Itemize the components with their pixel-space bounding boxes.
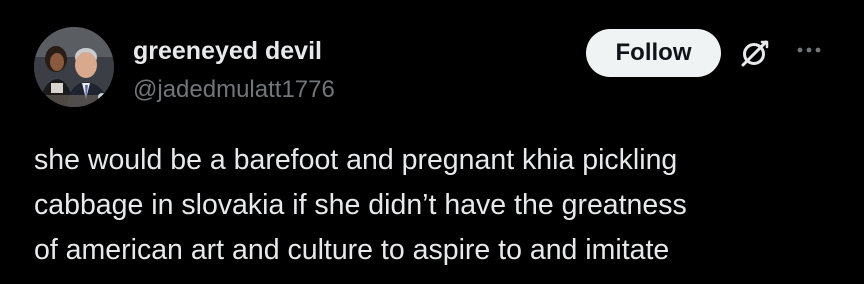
tweet-text-line: she would be a barefoot and pregnant khi… bbox=[34, 144, 678, 176]
author-avatar[interactable] bbox=[34, 27, 114, 107]
tweet-post: greeneyed devil @jadedmulatt1776 Follow … bbox=[0, 0, 864, 284]
avatar-photo-icon bbox=[34, 27, 114, 107]
author-handle[interactable]: @jadedmulatt1776 bbox=[133, 76, 335, 104]
tweet-text-line: of american art and culture to aspire to… bbox=[34, 234, 670, 266]
tweet-body: she would be a barefoot and pregnant khi… bbox=[34, 138, 844, 273]
follow-button[interactable]: Follow bbox=[586, 29, 721, 77]
grok-glyph bbox=[741, 40, 769, 67]
grok-slash-icon[interactable] bbox=[736, 36, 772, 72]
ellipsis-glyph bbox=[797, 47, 821, 53]
more-options-icon[interactable] bbox=[792, 38, 826, 62]
tweet-text-line: cabbage in slovakia if she didn’t have t… bbox=[34, 189, 687, 221]
author-display-name[interactable]: greeneyed devil bbox=[133, 36, 322, 66]
